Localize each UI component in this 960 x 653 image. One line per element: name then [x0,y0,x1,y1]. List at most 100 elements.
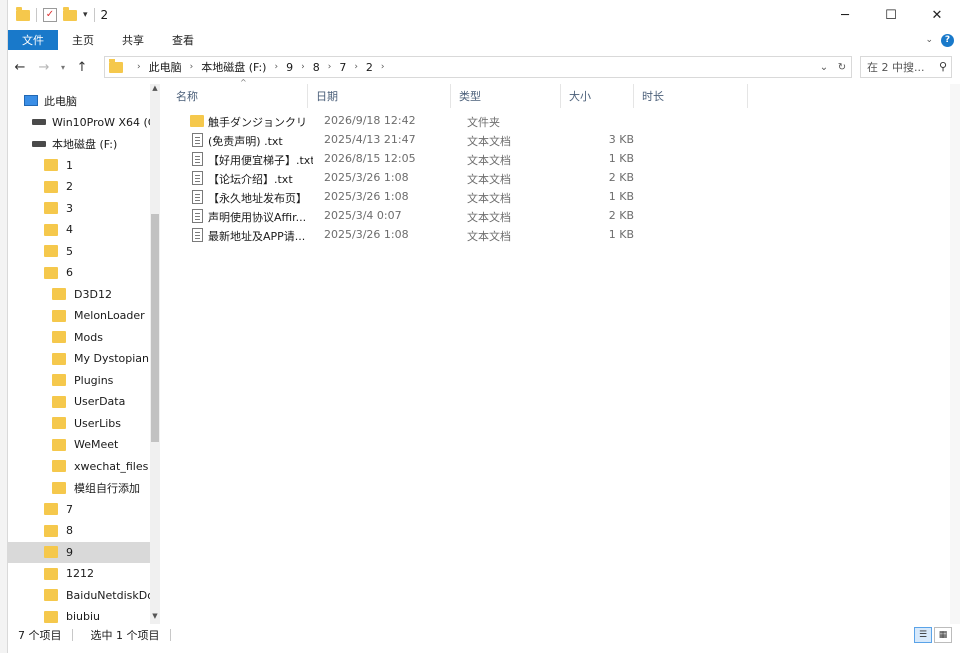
sidebar-item-label: biubiu [66,610,101,623]
column-header-type[interactable]: 类型 [451,84,561,108]
up-arrow-icon[interactable]: ↑ [70,60,94,75]
sidebar-item[interactable]: 模组自行添加 [8,477,150,498]
scroll-up-icon[interactable]: ▲ [150,84,160,96]
file-row[interactable]: 【论坛介绍】.txt 2025/3/26 1:08 文本文档 2 KB [184,169,644,188]
breadcrumb-9[interactable]: 9 [286,61,293,74]
customize-toolbar-chevron-icon[interactable]: ▾ [83,10,88,20]
sidebar-item[interactable]: 5 [8,241,150,262]
text-file-icon [192,228,203,242]
column-header-name[interactable]: ^ 名称 [168,78,308,108]
sidebar-item[interactable]: BaiduNetdiskDownload [8,585,150,606]
file-row[interactable]: 声明使用协议Affir... 2025/3/4 0:07 文本文档 2 KB [184,207,644,226]
breadcrumb-2[interactable]: 2 [366,61,373,74]
sidebar-item[interactable]: 此电脑 [8,90,150,111]
search-input[interactable]: 在 2 中搜... ⚲ [860,56,952,78]
refresh-icon[interactable]: ↻ [835,62,849,73]
sidebar-item[interactable]: 本地磁盘 (F:) [8,133,150,154]
file-list: ^ 名称 日期 类型 大小 时长 触手ダンジョンクリ 2026/9/18 12:4… [168,78,948,624]
sidebar-item[interactable]: 2 [8,176,150,197]
sidebar-item-label: 4 [66,223,73,236]
sidebar-item[interactable]: 1 [8,155,150,176]
sidebar-item[interactable]: D3D12 [8,284,150,305]
minimize-button[interactable]: ─ [822,0,868,30]
sidebar-item-label: 6 [66,266,73,279]
file-date: 2026/9/18 12:42 [324,114,416,127]
address-bar[interactable]: › 此电脑 › 本地磁盘 (F:) › 9 › 8 › 7 › 2 › ⌄ ↻ [104,56,852,78]
file-size: 2 KB [608,171,634,184]
folder-icon [52,309,66,322]
sidebar-item[interactable]: UserData [8,391,150,412]
chevron-right-icon[interactable]: › [137,62,141,72]
history-chevron-down-icon[interactable]: ⌄ [817,62,831,73]
sidebar-item[interactable]: Win10ProW X64 (C:) [8,112,150,133]
content-scrollbar[interactable] [950,84,960,624]
sidebar-item[interactable]: 9 [8,541,150,563]
sidebar-item-label: My Dystopian Rob [74,352,150,365]
folder-icon [44,159,58,171]
file-type: 文件夹 [467,116,500,129]
sidebar-item[interactable]: biubiu [8,606,150,624]
breadcrumb-8[interactable]: 8 [313,61,320,74]
folder-icon [52,438,66,451]
sidebar-item-label: 7 [66,502,73,516]
maximize-button[interactable]: ☐ [868,0,914,30]
tab-view[interactable]: 查看 [158,30,208,50]
file-row[interactable]: 最新地址及APP请... 2025/3/26 1:08 文本文档 1 KB [184,226,644,245]
file-row[interactable]: 触手ダンジョンクリ 2026/9/18 12:42 文件夹 [184,112,644,131]
folder-icon [44,524,58,537]
scrollbar-thumb[interactable] [151,214,159,442]
tab-file[interactable]: 文件 [8,30,58,50]
chevron-right-icon[interactable]: › [301,62,305,72]
chevron-right-icon[interactable]: › [190,62,194,72]
forward-arrow-icon[interactable]: → [32,60,56,75]
sidebar-item[interactable]: xwechat_files [8,456,150,477]
help-icon[interactable]: ? [941,33,954,47]
sidebar-item[interactable]: 6 [8,262,150,283]
sidebar-item[interactable]: MelonLoader [8,305,150,326]
chevron-right-icon[interactable]: › [354,62,358,72]
folder-icon [44,589,58,601]
breadcrumb-7[interactable]: 7 [339,61,346,74]
details-view-icon[interactable]: ☰ [914,627,932,643]
navigation-pane-scrollbar[interactable]: ▲ ▼ [150,84,160,624]
sidebar-item[interactable]: My Dystopian Rob [8,348,150,369]
column-header-date[interactable]: 日期 [308,84,451,108]
column-header-duration[interactable]: 时长 [634,84,748,108]
tab-share[interactable]: 共享 [108,30,158,50]
sidebar-item[interactable]: 4 [8,219,150,240]
properties-icon[interactable]: ✓ [43,8,57,22]
file-row[interactable]: 【好用便宜梯子】.txt 2026/8/15 12:05 文本文档 1 KB [184,150,644,169]
sidebar-item[interactable]: UserLibs [8,413,150,434]
close-button[interactable]: ✕ [914,0,960,30]
file-row[interactable]: (免责声明) .txt 2025/4/13 21:47 文本文档 3 KB [184,131,644,150]
file-row[interactable]: 【永久地址发布页】 2025/3/26 1:08 文本文档 1 KB [184,188,644,207]
folder-icon [52,417,66,429]
file-name: 【好用便宜梯子】.txt [208,154,313,167]
sidebar-item[interactable]: 7 [8,499,150,520]
chevron-right-icon[interactable]: › [274,62,278,72]
sidebar-item[interactable]: Mods [8,327,150,348]
recent-locations-chevron-icon[interactable]: ▾ [56,63,70,72]
column-header-size[interactable]: 大小 [561,84,634,108]
sidebar-item[interactable]: 8 [8,520,150,541]
chevron-right-icon[interactable]: › [328,62,332,72]
tab-home[interactable]: 主页 [58,30,108,50]
back-arrow-icon[interactable]: ← [8,60,32,75]
expand-ribbon-chevron-icon[interactable]: ⌄ [925,35,933,45]
scroll-down-icon[interactable]: ▼ [150,612,160,624]
chevron-right-icon[interactable]: › [381,62,385,72]
folder-icon[interactable] [16,6,30,21]
breadcrumb-this-pc[interactable]: 此电脑 [149,59,182,75]
search-icon[interactable]: ⚲ [939,60,947,73]
folder-icon [52,460,66,472]
large-icons-view-icon[interactable]: ▦ [934,627,952,643]
sidebar-item[interactable]: 3 [8,198,150,219]
sidebar-item[interactable]: WeMeet [8,434,150,455]
breadcrumb-drive-f[interactable]: 本地磁盘 (F:) [201,59,266,75]
new-folder-icon[interactable] [63,6,77,21]
file-date: 2025/3/4 0:07 [324,209,402,222]
folder-icon [52,481,66,494]
sidebar-item[interactable]: Plugins [8,370,150,391]
sidebar-item[interactable]: 1212 [8,563,150,584]
folder-icon [52,331,66,343]
